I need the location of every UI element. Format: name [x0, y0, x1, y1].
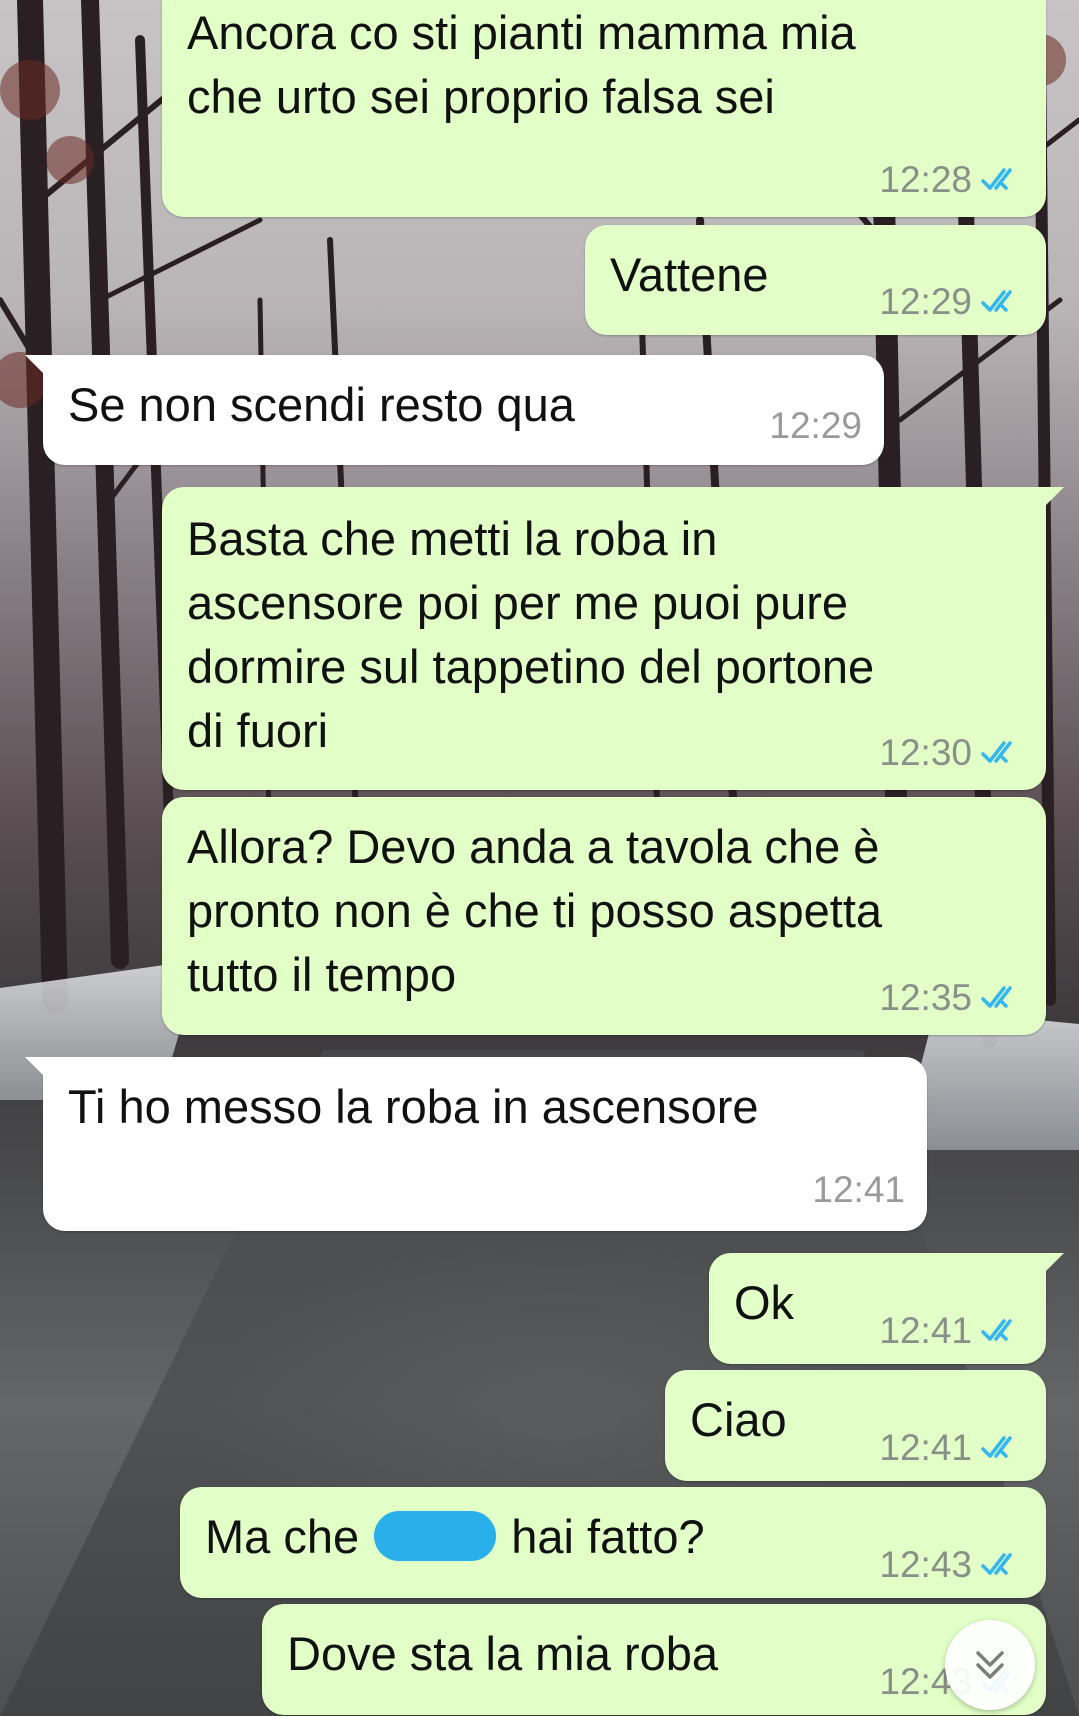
- message-bubble-outgoing[interactable]: Ciao 12:41: [665, 1370, 1046, 1481]
- message-text: Se non scendi resto qua: [68, 378, 575, 431]
- message-bubble-outgoing[interactable]: Ok 12:41: [709, 1253, 1064, 1364]
- double-check-icon: [981, 986, 1012, 1008]
- message-meta: 12:28: [879, 159, 1024, 201]
- double-check-icon: [981, 168, 1012, 190]
- message-bubble-incoming[interactable]: Ti ho messo la roba in ascensore 12:41: [25, 1057, 927, 1231]
- message-bubble-outgoing[interactable]: Ancora co sti pianti mamma mia che urto …: [162, 0, 1046, 217]
- message-meta: 12:29: [769, 405, 862, 447]
- message-text: Basta che metti la roba in ascensore poi…: [187, 512, 875, 757]
- message-time: 12:41: [879, 1310, 972, 1351]
- double-check-icon: [981, 290, 1012, 312]
- double-chevron-down-icon: [976, 1651, 1004, 1679]
- message-text: Ti ho messo la roba in ascensore: [68, 1080, 759, 1133]
- message-meta: 12:30: [879, 732, 1024, 774]
- message-text: Allora? Devo anda a tavola che è pronto …: [187, 820, 883, 1001]
- double-check-icon: [981, 1436, 1012, 1458]
- message-meta: 12:41: [812, 1169, 905, 1211]
- message-time: 12:30: [879, 732, 972, 773]
- message-time: 12:43: [879, 1544, 972, 1585]
- message-text-before: Ma che: [205, 1510, 360, 1563]
- message-meta: 12:41: [879, 1310, 1024, 1352]
- message-meta: 12:41: [879, 1427, 1024, 1469]
- message-text: Ok: [734, 1276, 795, 1329]
- message-time: 12:29: [879, 281, 972, 322]
- message-text: Ancora co sti pianti mamma mia che urto …: [187, 6, 856, 123]
- message-bubble-outgoing[interactable]: Ma che hai fatto? 12:43: [180, 1487, 1046, 1598]
- message-time: 12:41: [812, 1169, 905, 1210]
- message-text-after: hai fatto?: [511, 1510, 705, 1563]
- double-check-icon: [981, 1319, 1012, 1341]
- message-text: Vattene: [610, 248, 769, 301]
- message-meta: 12:29: [879, 281, 1024, 323]
- scroll-to-bottom-button[interactable]: [945, 1620, 1035, 1710]
- message-text: Ma che hai fatto?: [205, 1505, 705, 1569]
- message-text: Ciao: [690, 1393, 787, 1446]
- message-meta: 12:43: [879, 1544, 1024, 1586]
- message-bubble-outgoing[interactable]: Vattene 12:29: [585, 225, 1046, 335]
- message-time: 12:41: [879, 1427, 972, 1468]
- message-bubble-outgoing[interactable]: Dove sta la mia roba 12:43: [262, 1604, 1046, 1715]
- message-time: 12:29: [769, 405, 862, 446]
- message-time: 12:35: [879, 977, 972, 1018]
- double-check-icon: [981, 741, 1012, 763]
- message-time: 12:28: [879, 159, 972, 200]
- double-check-icon: [981, 1553, 1012, 1575]
- message-bubble-incoming[interactable]: Se non scendi resto qua 12:29: [25, 355, 884, 465]
- message-bubble-outgoing[interactable]: Basta che metti la roba in ascensore poi…: [162, 487, 1064, 790]
- message-meta: 12:35: [879, 977, 1024, 1019]
- message-bubble-outgoing[interactable]: Allora? Devo anda a tavola che è pronto …: [162, 797, 1046, 1035]
- message-text: Dove sta la mia roba: [287, 1627, 719, 1680]
- redaction-mark: [374, 1511, 497, 1561]
